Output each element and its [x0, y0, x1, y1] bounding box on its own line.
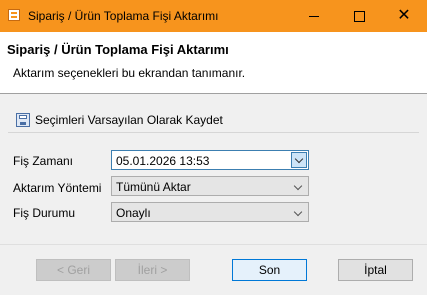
- next-button[interactable]: İleri >: [115, 259, 190, 281]
- method-value: Tümünü Aktar: [116, 180, 191, 194]
- save-icon: [16, 113, 30, 127]
- chevron-down-icon: [292, 207, 304, 219]
- title-bar: Sipariş / Ürün Toplama Fişi Aktarımı ✕: [0, 0, 427, 32]
- method-label: Aktarım Yöntemi: [13, 181, 102, 195]
- app-icon: [8, 9, 20, 21]
- footer-divider: [0, 244, 427, 245]
- wizard-header: Sipariş / Ürün Toplama Fişi Aktarımı Akt…: [0, 32, 427, 94]
- minimize-icon: [309, 15, 319, 17]
- status-label: Fiş Durumu: [13, 206, 76, 220]
- page-title: Sipariş / Ürün Toplama Fişi Aktarımı: [7, 42, 229, 57]
- date-value: 05.01.2026 13:53: [116, 154, 210, 168]
- method-select[interactable]: Tümünü Aktar: [111, 176, 309, 196]
- minimize-button[interactable]: [291, 0, 337, 32]
- close-button[interactable]: ✕: [381, 0, 427, 32]
- maximize-icon: [353, 10, 365, 22]
- finish-button[interactable]: Son: [232, 259, 307, 281]
- save-defaults-label: Seçimleri Varsayılan Olarak Kaydet: [35, 113, 223, 127]
- save-defaults-button[interactable]: Seçimleri Varsayılan Olarak Kaydet: [16, 113, 223, 127]
- date-picker[interactable]: 05.01.2026 13:53: [111, 150, 309, 170]
- cancel-button[interactable]: İptal: [338, 259, 413, 281]
- status-value: Onaylı: [116, 206, 151, 220]
- back-button[interactable]: < Geri: [36, 259, 111, 281]
- chevron-down-icon: [294, 154, 304, 163]
- divider: [8, 132, 419, 133]
- status-select[interactable]: Onaylı: [111, 202, 309, 222]
- date-label: Fiş Zamanı: [13, 154, 74, 168]
- window-title: Sipariş / Ürün Toplama Fişi Aktarımı: [28, 9, 219, 23]
- maximize-button[interactable]: [336, 0, 382, 32]
- close-icon: ✕: [397, 7, 411, 24]
- chevron-down-icon: [292, 181, 304, 193]
- page-description: Aktarım seçenekleri bu ekrandan tanımanı…: [13, 66, 246, 80]
- date-dropdown-button[interactable]: [291, 152, 307, 168]
